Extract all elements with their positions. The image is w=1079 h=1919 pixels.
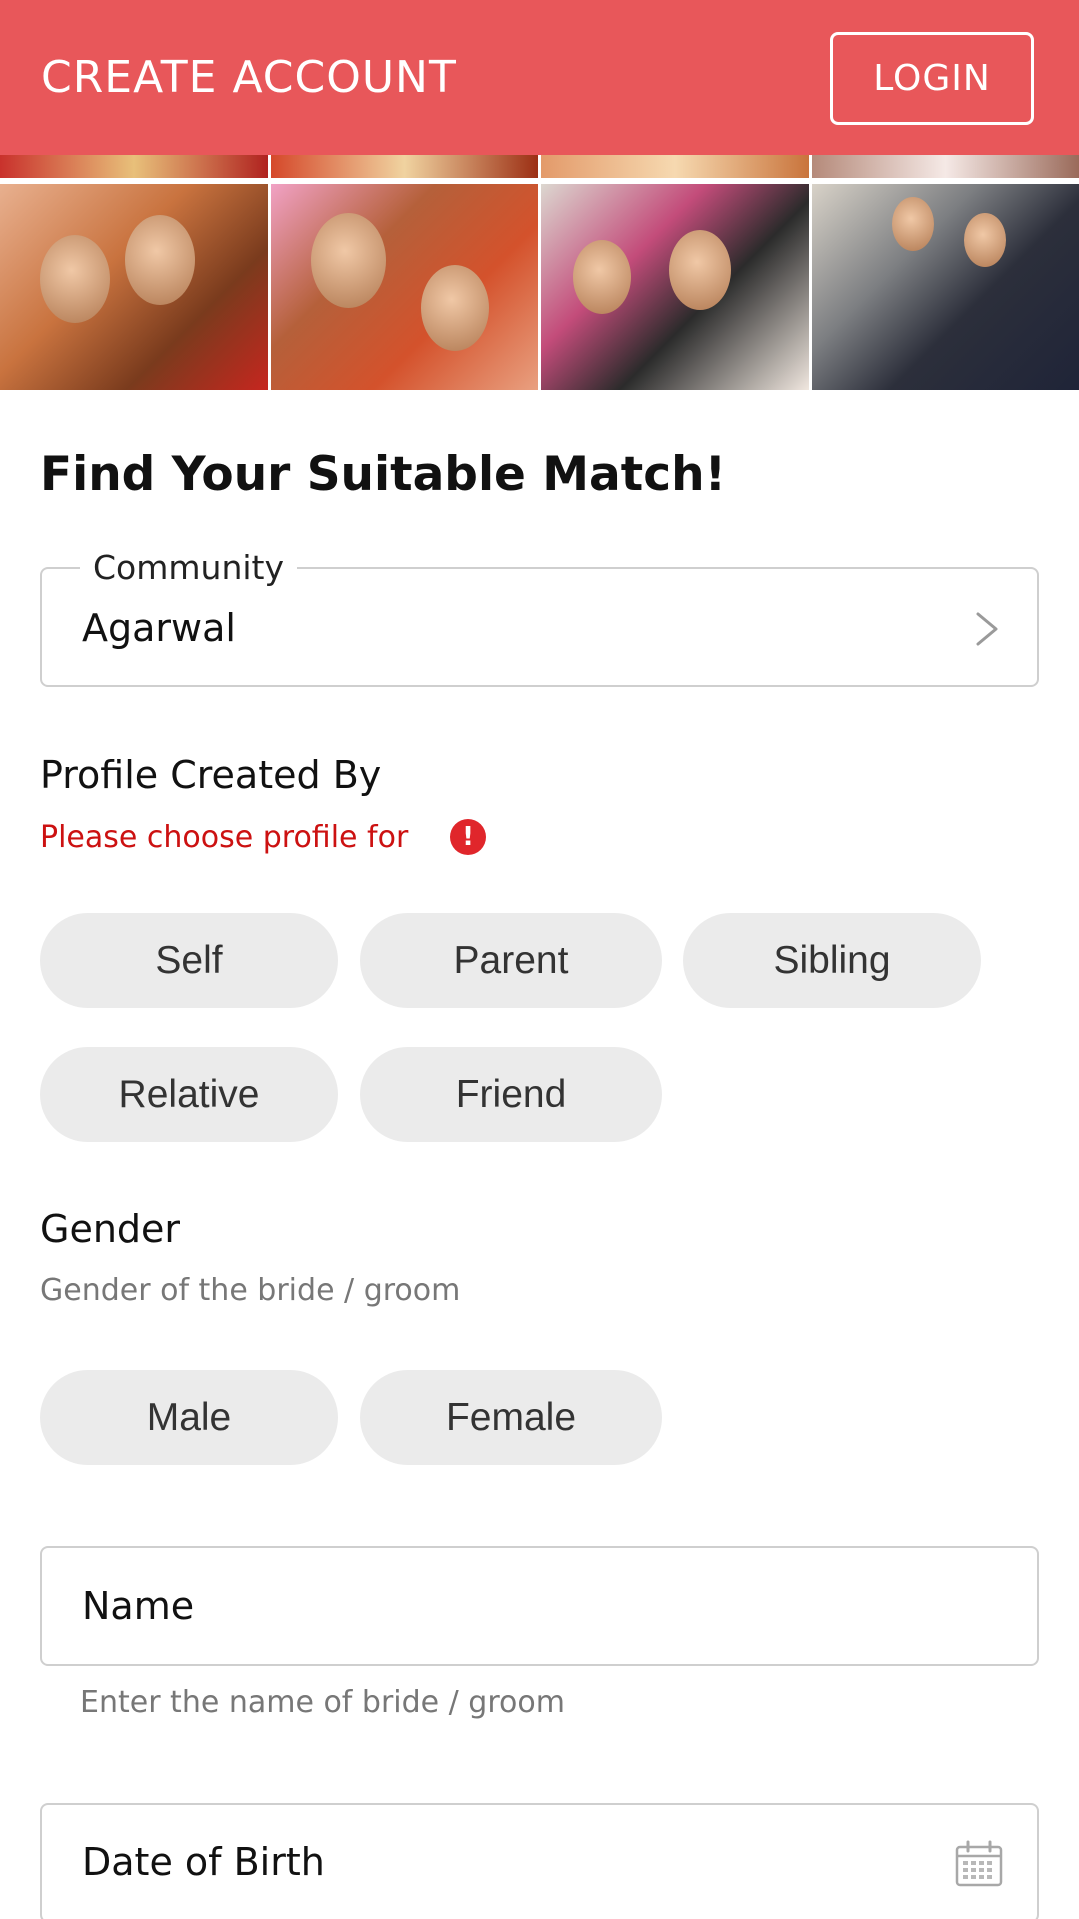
app-header: CREATE ACCOUNT LOGIN [0, 0, 1079, 155]
couple-photo [541, 155, 809, 390]
couple-photo [0, 155, 268, 390]
couple-photo [270, 155, 538, 390]
profile-option-self[interactable]: Self [40, 913, 338, 1008]
exclamation-icon: ! [450, 819, 486, 855]
profile-created-by-label: Profile Created By [40, 753, 382, 797]
profile-option-parent[interactable]: Parent [360, 913, 662, 1008]
name-field-label: Name [82, 1584, 195, 1628]
profile-option-friend[interactable]: Friend [360, 1047, 662, 1142]
login-button[interactable]: LOGIN [830, 32, 1034, 125]
gender-option-male[interactable]: Male [40, 1370, 338, 1465]
gender-label: Gender [40, 1207, 181, 1251]
profile-option-sibling[interactable]: Sibling [683, 913, 981, 1008]
profile-option-relative[interactable]: Relative [40, 1047, 338, 1142]
dob-field-label: Date of Birth [82, 1840, 325, 1884]
chevron-right-icon [976, 612, 998, 646]
couple-photo-banner [0, 155, 1079, 390]
page-title: CREATE ACCOUNT [41, 52, 457, 103]
profile-error-message: Please choose profile for [40, 820, 409, 855]
couple-photo [811, 155, 1079, 390]
section-heading: Find Your Suitable Match! [40, 447, 726, 502]
gender-option-female[interactable]: Female [360, 1370, 662, 1465]
community-value: Agarwal [82, 606, 236, 650]
calendar-icon [955, 1840, 1003, 1887]
community-label: Community [80, 548, 297, 587]
gender-hint: Gender of the bride / groom [40, 1273, 461, 1308]
create-account-screen: CREATE ACCOUNT LOGIN Find Your Suitable … [0, 0, 1079, 1919]
name-hint: Enter the name of bride / groom [80, 1685, 565, 1720]
